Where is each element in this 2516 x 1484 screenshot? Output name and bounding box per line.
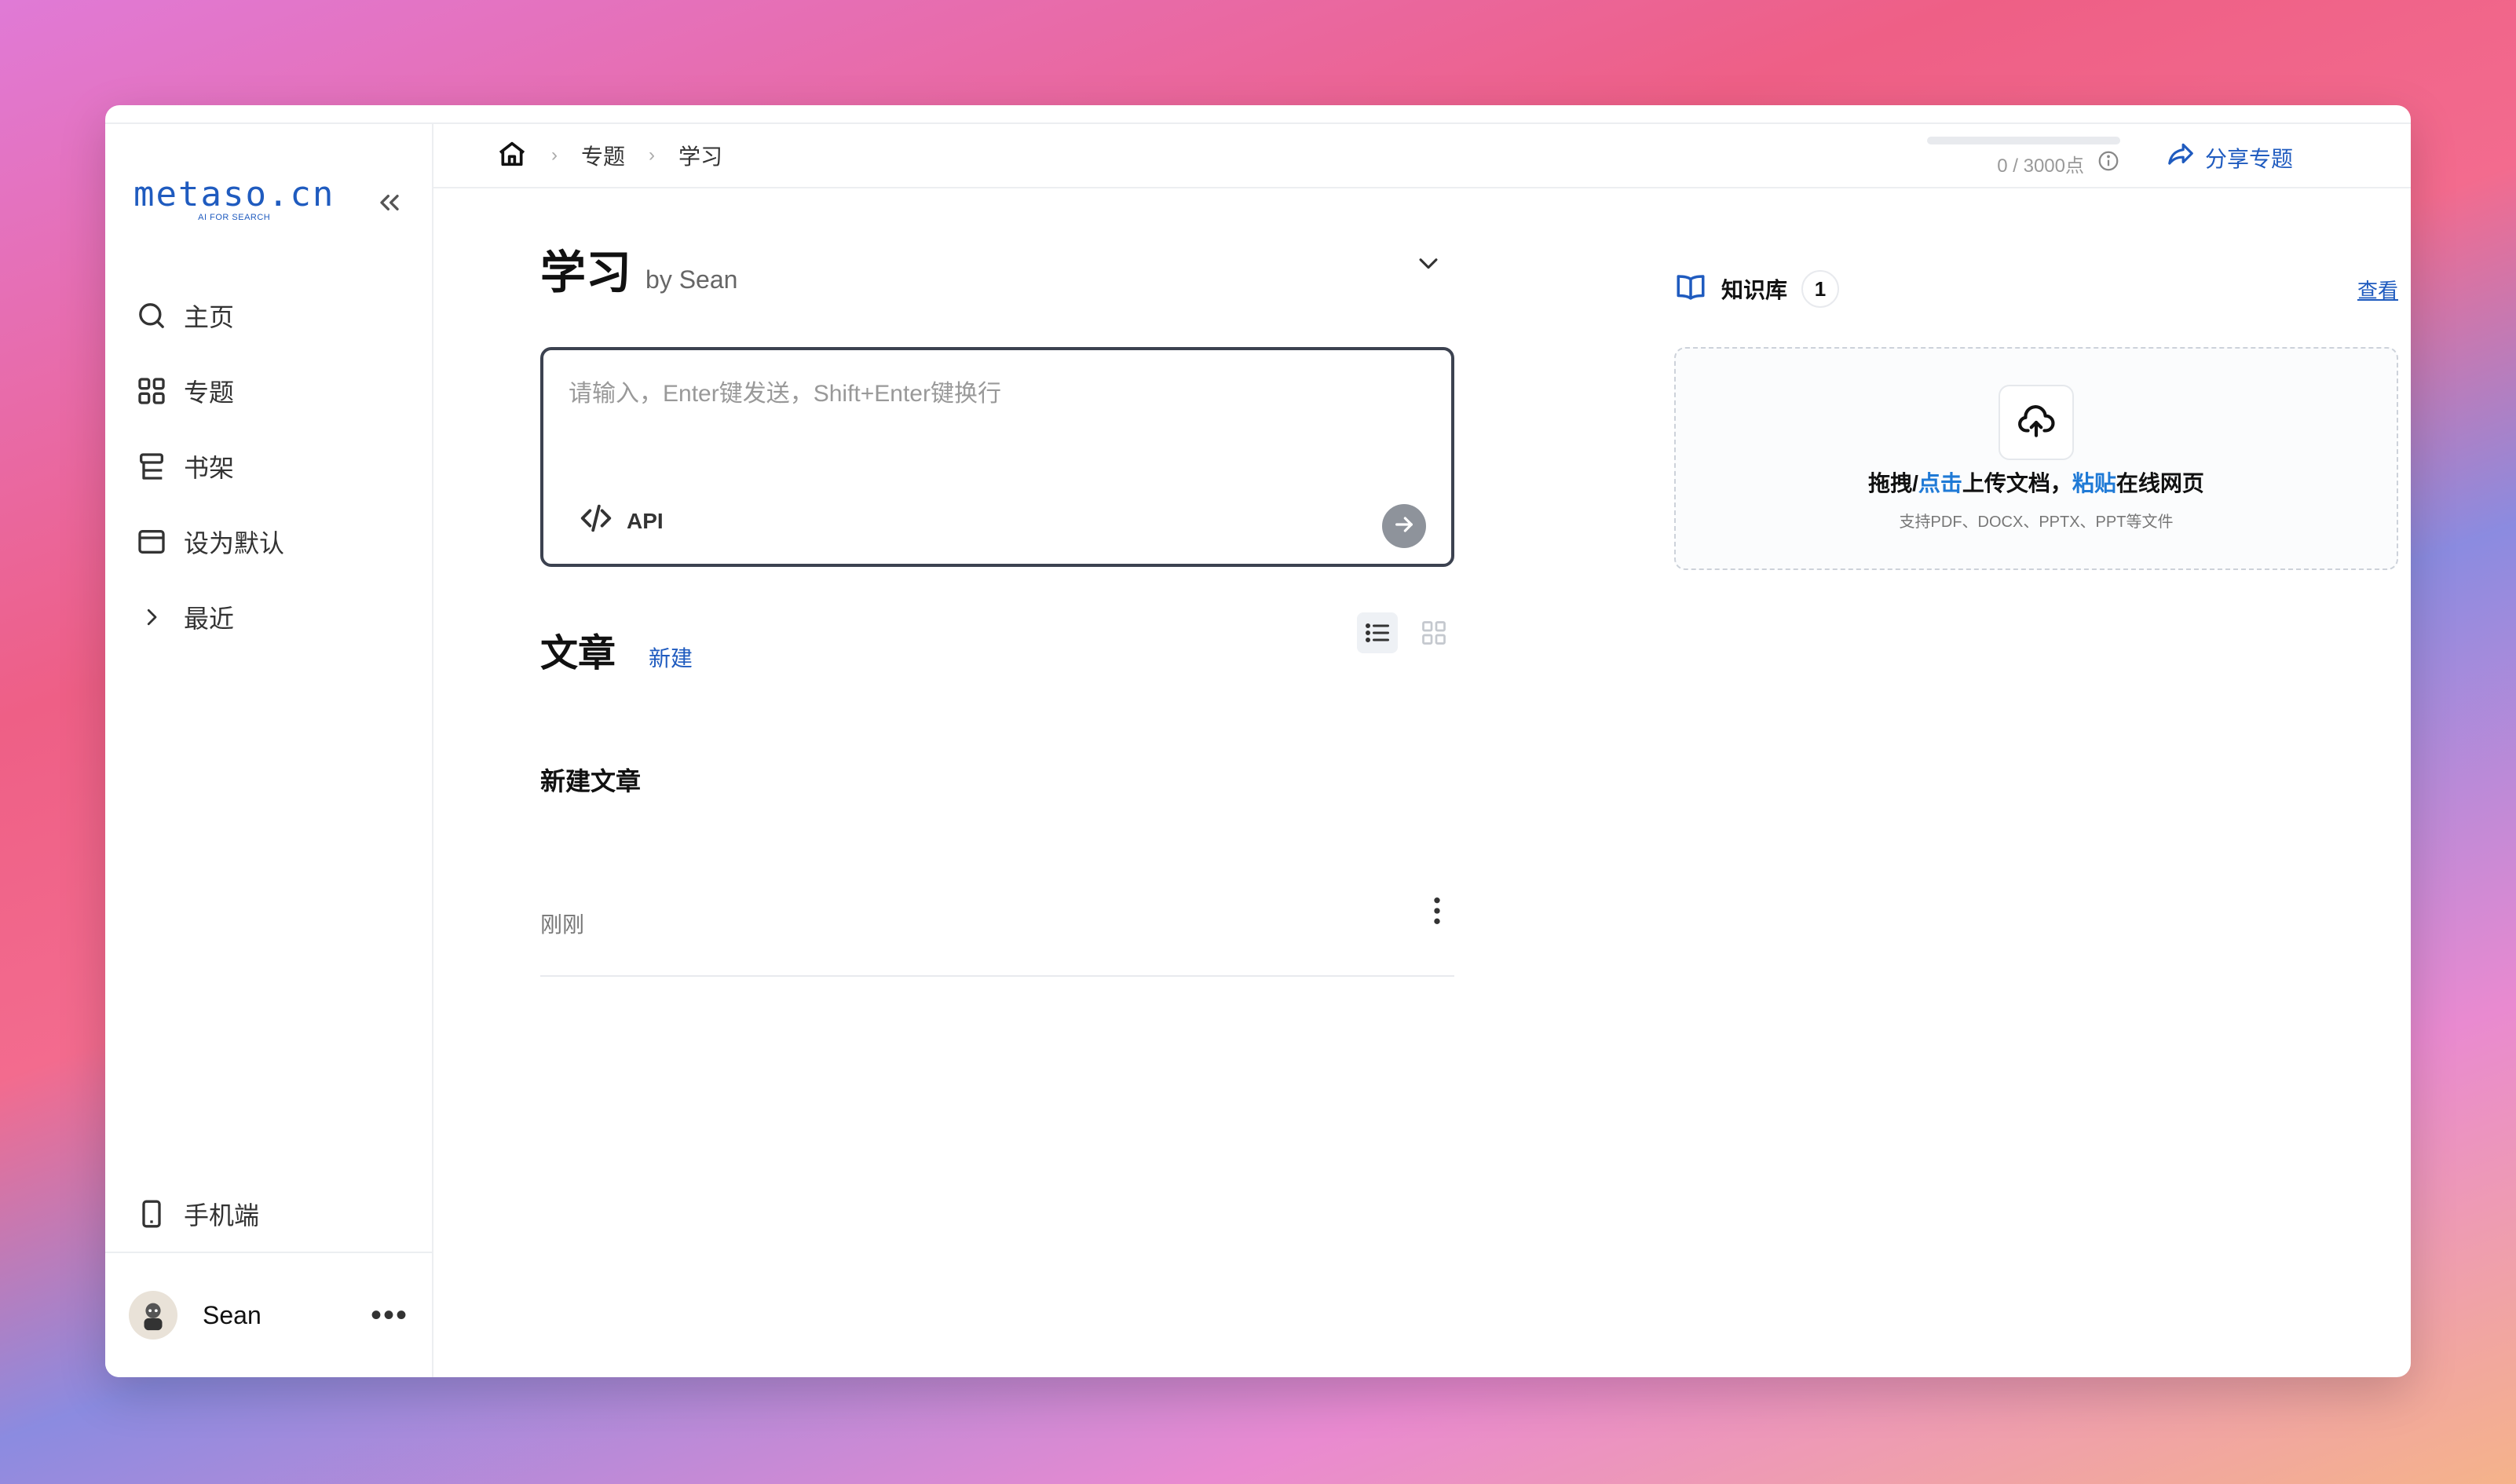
- sidebar-item-home[interactable]: 主页: [133, 278, 284, 353]
- upload-text-2: 上传文档，: [1962, 471, 2072, 495]
- breadcrumb: › 专题 › 学习 0 / 3000点 分享专题: [433, 124, 2411, 188]
- sidebar-item-label: 最近: [184, 605, 235, 633]
- upload-text-3: 在线网页: [2116, 471, 2204, 495]
- more-options-icon[interactable]: •••: [371, 1298, 408, 1333]
- upload-supported-formats: 支持PDF、DOCX、PPTX、PPT等文件: [1899, 514, 2174, 531]
- question-input[interactable]: [569, 374, 1426, 468]
- main-content: › 专题 › 学习 0 / 3000点 分享专题 学习 by Sean 请输入，…: [433, 124, 2411, 1377]
- knowledge-count-badge: 1: [1801, 270, 1840, 308]
- quota-text: 0 / 3000点: [1997, 155, 2084, 177]
- info-icon[interactable]: [2097, 149, 2120, 178]
- user-bar: Sean •••: [105, 1252, 432, 1377]
- list-view-icon[interactable]: [1357, 612, 1398, 653]
- kebab-menu-icon[interactable]: [1432, 895, 1442, 932]
- divider: [540, 975, 1454, 977]
- sidebar-item-label: 专题: [184, 378, 235, 407]
- user-name: Sean: [203, 1300, 261, 1329]
- article-title[interactable]: 新建文章: [540, 762, 641, 798]
- upload-text-1: 拖拽/: [1868, 471, 1918, 495]
- sidebar: metaso.cn AI FOR SEARCH 主页 专题 书架 设为默认 最近…: [105, 124, 433, 1377]
- view-knowledge-link[interactable]: 查看: [2357, 275, 2398, 304]
- quota-progress-bar: [1927, 137, 2120, 144]
- sidebar-item-topics[interactable]: 专题: [133, 353, 284, 429]
- search-icon: [133, 298, 170, 334]
- arrow-right-icon: [1391, 512, 1417, 541]
- sidebar-item-label: 设为默认: [184, 529, 285, 557]
- sidebar-item-label: 主页: [184, 303, 235, 331]
- chevron-right-icon: [133, 599, 170, 635]
- share-topic-button[interactable]: 分享专题: [2166, 140, 2293, 175]
- api-label: API: [627, 508, 664, 533]
- book-icon: [1674, 271, 1707, 308]
- api-button[interactable]: API: [578, 500, 664, 542]
- grid-icon: [133, 373, 170, 409]
- bookshelf-icon: [133, 448, 170, 484]
- upload-instructions: 拖拽/点击上传文档，粘贴在线网页: [1676, 466, 2397, 498]
- articles-title: 文章: [540, 633, 616, 674]
- top-strip: [105, 105, 2411, 124]
- knowledge-header: 知识库 1 查看: [1674, 270, 2398, 308]
- sidebar-item-recent[interactable]: 最近: [133, 579, 284, 655]
- window-icon: [133, 524, 170, 560]
- sidebar-item-set-default[interactable]: 设为默认: [133, 504, 284, 579]
- breadcrumb-separator-icon: ›: [551, 144, 558, 166]
- code-icon: [578, 500, 614, 542]
- logo[interactable]: metaso.cn AI FOR SEARCH: [133, 174, 335, 222]
- click-upload-link[interactable]: 点击: [1918, 471, 1962, 495]
- avatar[interactable]: [129, 1291, 177, 1340]
- sidebar-nav: 主页 专题 书架 设为默认 最近: [133, 278, 284, 655]
- sidebar-item-label: 手机端: [184, 1201, 260, 1230]
- breadcrumb-topics[interactable]: 专题: [581, 140, 625, 171]
- phone-icon: [133, 1196, 170, 1232]
- send-button[interactable]: [1382, 504, 1426, 548]
- share-icon: [2166, 140, 2196, 175]
- breadcrumb-current: 学习: [678, 144, 723, 169]
- question-input-box: API: [540, 347, 1454, 567]
- sidebar-item-label: 书架: [184, 454, 235, 482]
- logo-text: metaso.cn: [133, 174, 335, 214]
- cloud-upload-icon: [1999, 385, 2074, 460]
- article-time: 刚刚: [540, 912, 585, 937]
- articles-header: 文章 新建: [540, 612, 1457, 677]
- share-label: 分享专题: [2204, 146, 2293, 171]
- breadcrumb-separator-icon: ›: [649, 144, 656, 166]
- page-title: 学习: [540, 247, 632, 298]
- sidebar-item-mobile[interactable]: 手机端: [133, 1176, 259, 1252]
- chevron-down-icon[interactable]: [1415, 250, 1442, 280]
- knowledge-title: 知识库: [1721, 278, 1788, 302]
- paste-link[interactable]: 粘贴: [2072, 471, 2116, 495]
- topic-author: by Sean: [645, 265, 738, 294]
- new-article-link[interactable]: 新建: [649, 641, 693, 673]
- upload-dropzone[interactable]: 拖拽/点击上传文档，粘贴在线网页 支持PDF、DOCX、PPTX、PPT等文件: [1674, 347, 2398, 570]
- quota: 0 / 3000点: [1927, 137, 2120, 178]
- app-window: metaso.cn AI FOR SEARCH 主页 专题 书架 设为默认 最近…: [105, 105, 2411, 1377]
- sidebar-item-bookshelf[interactable]: 书架: [133, 429, 284, 504]
- home-icon[interactable]: [496, 138, 528, 174]
- grid-view-icon[interactable]: [1413, 612, 1454, 653]
- collapse-sidebar-icon[interactable]: [374, 187, 405, 218]
